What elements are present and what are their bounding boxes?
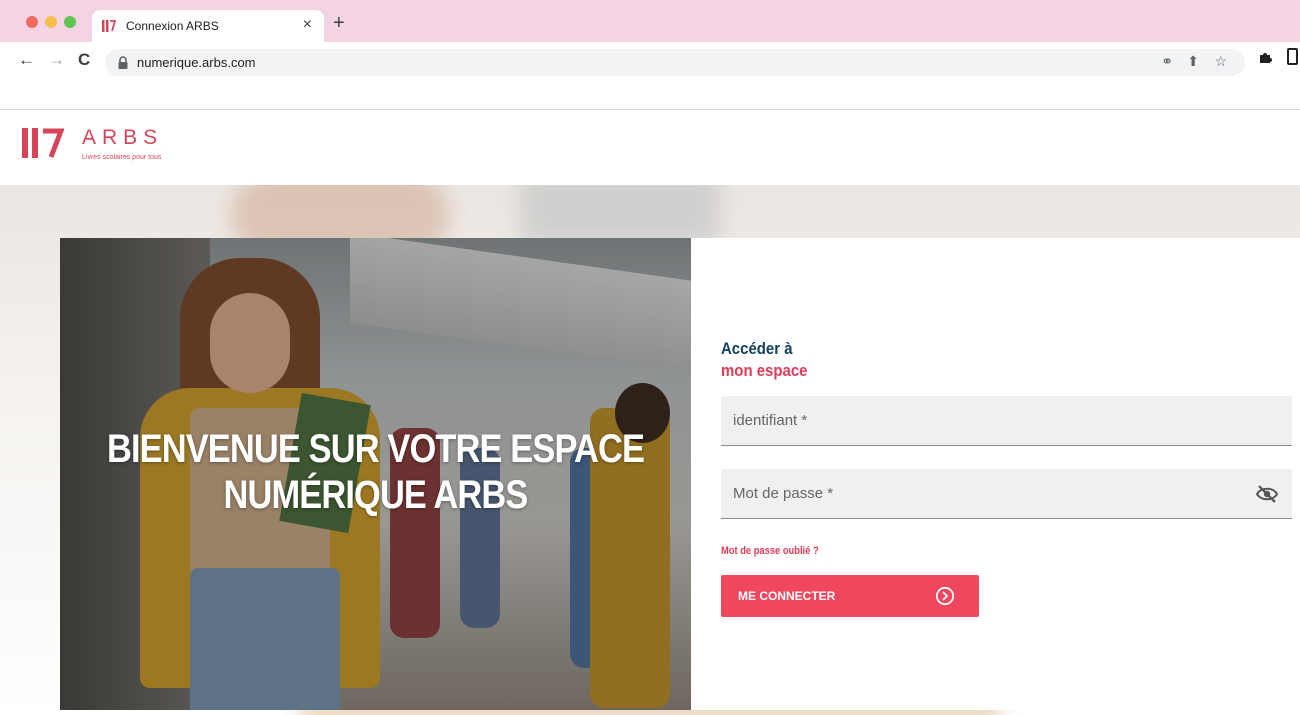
browser-tab[interactable]: Connexion ARBS × — [92, 10, 324, 42]
address-bar[interactable]: numerique.arbs.com ⚭ ⬆ ☆ — [105, 49, 1245, 76]
arbs-favicon-icon — [102, 20, 116, 32]
forgot-password-link[interactable]: Mot de passe oublié ? — [721, 545, 819, 557]
forward-icon[interactable]: → — [48, 50, 65, 70]
brand-tagline: Livres scolaires pour tous — [82, 154, 162, 161]
share-icon[interactable]: ⬆ — [1187, 53, 1199, 70]
username-field — [721, 396, 1292, 446]
back-icon[interactable]: ← — [18, 50, 35, 70]
reload-icon[interactable]: C — [78, 50, 90, 70]
login-heading: Accéder à mon espace — [721, 338, 807, 382]
background-blur — [520, 185, 720, 245]
login-heading-line2: mon espace — [721, 361, 808, 380]
sidebar-icon[interactable] — [1287, 48, 1298, 65]
key-icon[interactable]: ⚭ — [1161, 53, 1173, 70]
new-tab-button[interactable]: + — [333, 13, 345, 33]
extensions-icon[interactable] — [1258, 50, 1273, 65]
login-button[interactable]: ME CONNECTER — [721, 575, 979, 617]
browser-tab-bar: Connexion ARBS × + — [0, 0, 1300, 42]
browser-toolbar: ← → C numerique.arbs.com ⚭ ⬆ ☆ — [0, 42, 1300, 82]
username-input[interactable] — [721, 396, 1292, 445]
login-button-label: ME CONNECTER — [738, 589, 836, 603]
login-heading-line1: Accéder à — [721, 339, 793, 358]
brand-name[interactable]: ARBS — [82, 126, 163, 150]
tab-title: Connexion ARBS — [126, 19, 219, 33]
url-text: numerique.arbs.com — [137, 55, 256, 70]
arbs-logo-icon[interactable] — [22, 128, 64, 158]
arrow-circle-right-icon — [935, 586, 955, 606]
password-field — [721, 469, 1292, 519]
tab-close-icon[interactable]: × — [303, 16, 312, 34]
hero-title: BIENVENUE SUR VOTRE ESPACE NUMÉRIQUE ARB… — [106, 427, 645, 517]
login-panel: Accéder à mon espace Mot de passe oublié… — [691, 238, 1300, 710]
star-icon[interactable]: ☆ — [1214, 53, 1227, 70]
password-input[interactable] — [721, 469, 1292, 518]
eye-off-icon[interactable] — [1256, 484, 1278, 504]
maximize-window-button[interactable] — [64, 16, 76, 28]
lock-icon — [118, 56, 128, 69]
minimize-window-button[interactable] — [45, 16, 57, 28]
close-window-button[interactable] — [26, 16, 38, 28]
hero-photo: BIENVENUE SUR VOTRE ESPACE NUMÉRIQUE ARB… — [60, 238, 691, 710]
site-header: ARBS Livres scolaires pour tous — [0, 110, 1300, 185]
